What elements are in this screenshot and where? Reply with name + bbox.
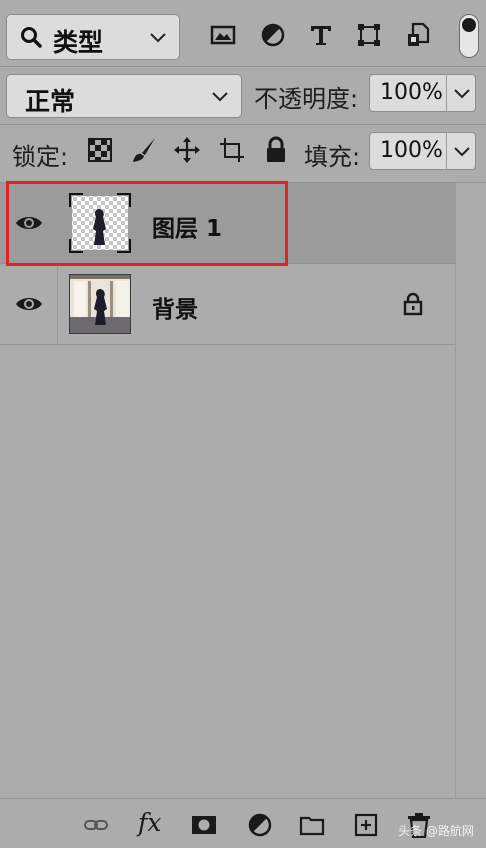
- image-icon: [210, 25, 236, 45]
- lock-transparent-pixels-icon[interactable]: [86, 136, 114, 164]
- photo-thumbnail-icon: [70, 275, 130, 333]
- mask-icon: [192, 816, 216, 834]
- fill-input[interactable]: 100%: [369, 132, 447, 170]
- chevron-down-icon: [150, 33, 166, 43]
- lock-label: 锁定:: [12, 143, 69, 171]
- move-icon[interactable]: [173, 136, 201, 164]
- toggle-knob: [462, 18, 476, 32]
- chevron-down-icon: [212, 92, 228, 102]
- visibility-toggle[interactable]: [0, 183, 58, 263]
- layer-name[interactable]: 背景: [152, 290, 198, 324]
- layers-panel: 类型 正常 不透明度: 100% 锁定: 填充: 100% 图层 1 背景 fx…: [0, 0, 486, 848]
- link-layers-button[interactable]: [82, 811, 110, 839]
- layer-row-layer-1[interactable]: 图层 1: [0, 183, 455, 263]
- chevron-down-icon: [454, 147, 470, 157]
- fx-icon[interactable]: fx: [138, 808, 161, 837]
- artboard-icon[interactable]: [218, 136, 246, 164]
- half-circle-icon: [261, 23, 285, 47]
- filter-pixel-layers-button[interactable]: [208, 20, 238, 50]
- filter-kind-select[interactable]: 类型: [6, 14, 180, 60]
- layer-row-background[interactable]: 背景: [0, 264, 455, 344]
- layer-thumbnail: [69, 193, 131, 253]
- blend-mode-select[interactable]: 正常: [6, 74, 242, 118]
- filter-adjustment-layers-button[interactable]: [258, 20, 288, 50]
- layer-name[interactable]: 图层 1: [152, 209, 222, 243]
- fill-dropdown-button[interactable]: [446, 132, 476, 170]
- filter-shape-layers-button[interactable]: [354, 20, 384, 50]
- transparent-layer-thumbnail-icon: [69, 193, 131, 253]
- chevron-down-icon: [454, 89, 470, 99]
- lock-icon: [403, 292, 423, 316]
- blend-mode-label: 正常: [25, 87, 76, 116]
- fill-label: 填充:: [304, 143, 361, 171]
- layer-thumbnail: [69, 274, 131, 334]
- filter-type-layers-button[interactable]: [306, 20, 336, 50]
- divider: [0, 344, 455, 345]
- filter-toggle-switch[interactable]: [459, 14, 479, 58]
- divider: [0, 124, 486, 125]
- type-icon: [311, 26, 331, 45]
- opacity-dropdown-button[interactable]: [446, 74, 476, 112]
- new-layer-button[interactable]: [352, 811, 380, 839]
- filter-smart-objects-button[interactable]: [403, 20, 433, 50]
- new-adjustment-layer-button[interactable]: [246, 811, 274, 839]
- visibility-toggle[interactable]: [0, 264, 58, 344]
- plus-square-icon: [354, 813, 378, 837]
- brush-icon[interactable]: [130, 136, 158, 164]
- shape-transform-icon: [358, 24, 380, 46]
- layers-scroll-edge: [455, 183, 456, 798]
- eye-icon: [15, 298, 42, 310]
- link-icon: [84, 820, 108, 830]
- smart-object-icon: [408, 22, 430, 46]
- add-mask-button[interactable]: [190, 811, 218, 839]
- watermark: 头条 @路航网: [398, 824, 474, 838]
- eye-icon: [15, 217, 42, 229]
- folder-icon: [299, 816, 325, 836]
- filter-kind-label: 类型: [53, 28, 104, 57]
- divider: [0, 66, 486, 67]
- half-circle-icon: [248, 813, 272, 837]
- opacity-input[interactable]: 100%: [369, 74, 447, 112]
- search-icon: [21, 27, 42, 48]
- filter-row: 类型: [0, 0, 486, 70]
- lock-icon[interactable]: [262, 136, 290, 164]
- opacity-label: 不透明度:: [254, 85, 359, 113]
- new-group-button[interactable]: [298, 811, 326, 839]
